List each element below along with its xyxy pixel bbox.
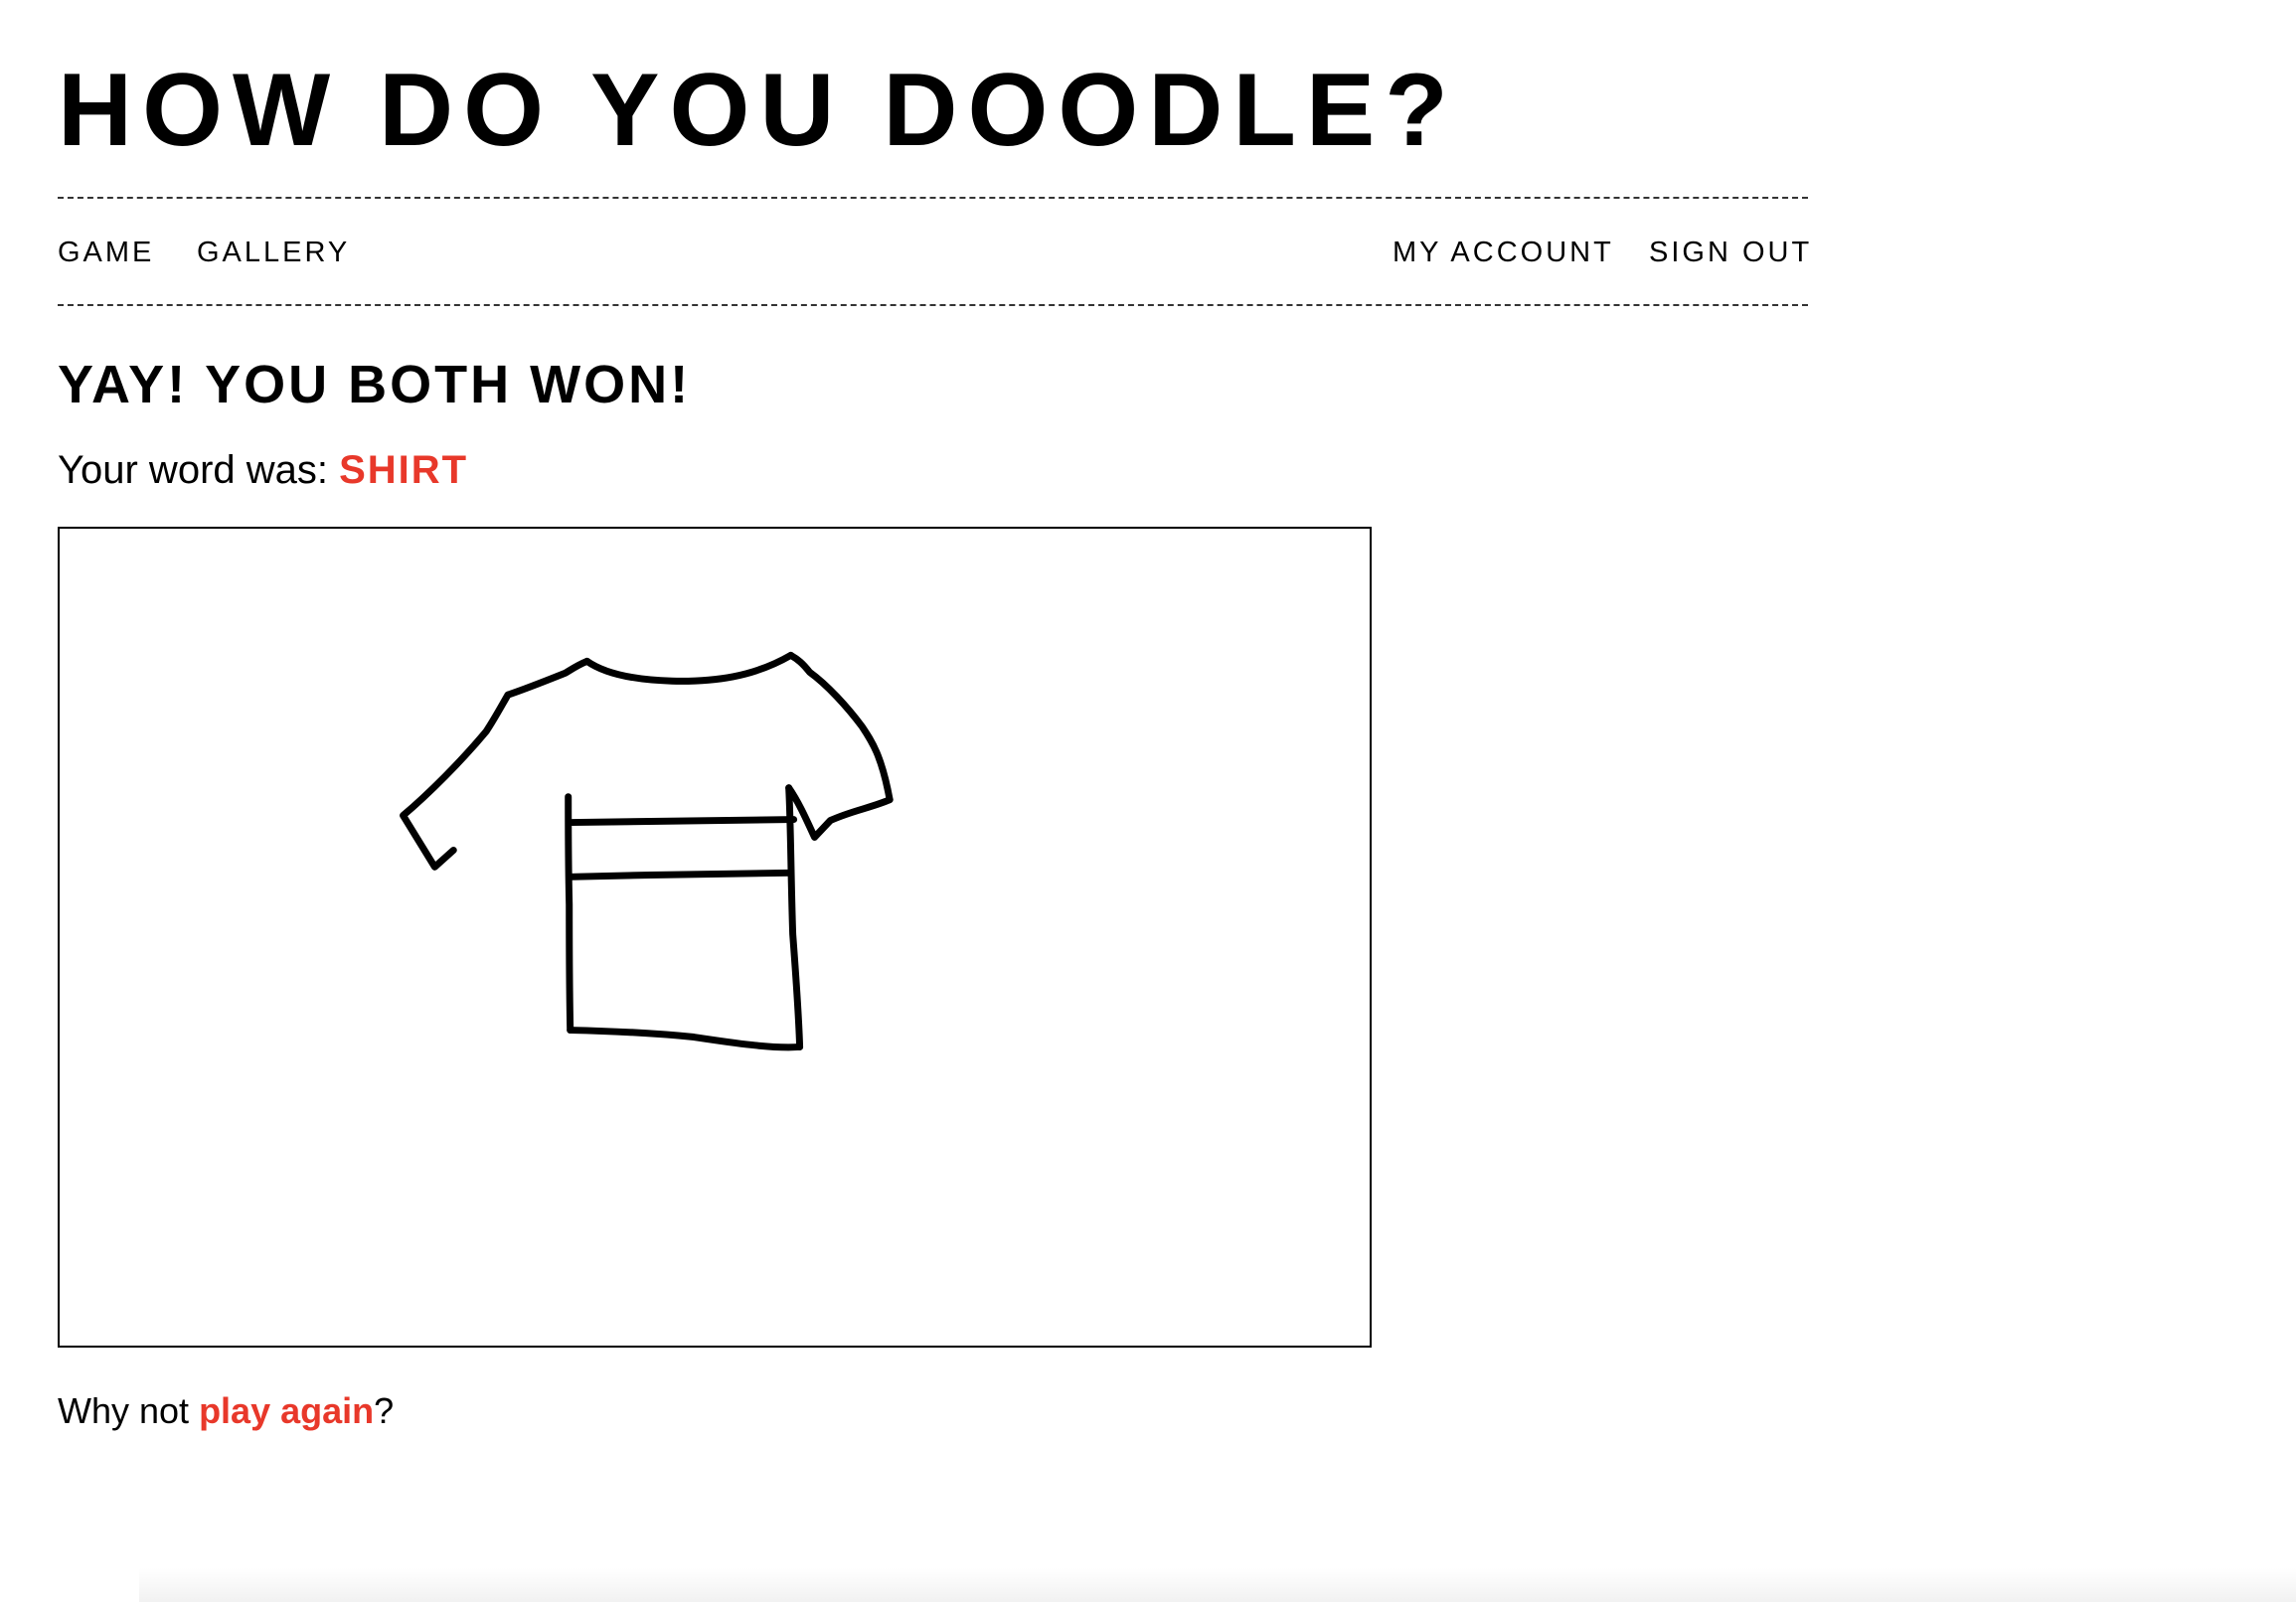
play-again-prompt: Why not play again? <box>58 1386 394 1436</box>
nav-divider-top <box>58 197 1808 199</box>
word-label: Your word was: <box>58 448 340 492</box>
shirt-doodle-drawing <box>400 651 894 1051</box>
word-line: Your word was: SHIRT <box>58 445 468 495</box>
nav-divider-bottom <box>58 304 1808 306</box>
shirt-upper-stripe-stroke <box>569 816 798 827</box>
shirt-left-sleeve-stroke <box>400 691 512 871</box>
nav-gallery-link[interactable]: GALLERY <box>197 233 350 272</box>
bottom-shade <box>139 1568 2296 1602</box>
shirt-right-side-stroke <box>785 784 804 1050</box>
play-again-suffix: ? <box>374 1390 395 1431</box>
doodle-canvas <box>58 527 1372 1348</box>
nav-sign-out-link[interactable]: SIGN OUT <box>1649 233 1812 272</box>
word-value: SHIRT <box>339 448 469 492</box>
play-again-link[interactable]: play again <box>199 1390 374 1431</box>
shirt-lower-stripe-stroke <box>568 869 794 881</box>
play-again-prefix: Why not <box>58 1390 200 1431</box>
shirt-left-side-stroke <box>565 793 574 1035</box>
nav-my-account-link[interactable]: MY ACCOUNT <box>1393 233 1614 272</box>
nav-game-link[interactable]: GAME <box>58 233 154 272</box>
result-heading: YAY! YOU BOTH WON! <box>58 355 692 414</box>
shirt-hem-stroke <box>567 1027 804 1051</box>
shirt-right-shoulder-stroke <box>787 651 894 804</box>
shirt-right-sleeve-stroke <box>785 784 894 841</box>
site-title: HOW DO YOU DOODLE? <box>58 53 1458 168</box>
shirt-collar-stroke <box>583 651 795 685</box>
shirt-left-shoulder-stroke <box>504 657 591 699</box>
